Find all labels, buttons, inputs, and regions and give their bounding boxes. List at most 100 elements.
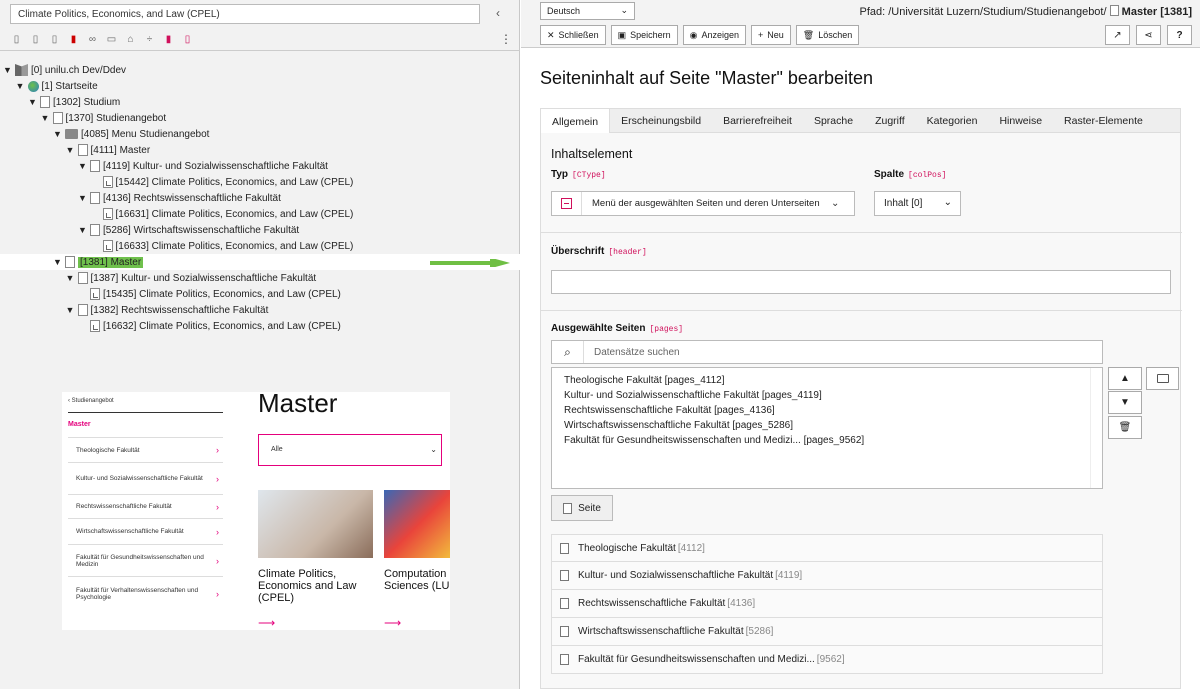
more-options-icon[interactable]: ⋮ [500,32,512,46]
tree-toolbar: ▯ ▯ ▯ ▮ ∞ ▭ ⌂ ÷ ▮ ▯ [10,30,194,48]
expand-toggle-icon[interactable]: ▼ [28,97,37,107]
tree-node[interactable]: ▼ [1302] Studium [28,94,120,110]
header-input[interactable] [551,270,1171,294]
collapse-tree-icon[interactable]: ‹ [496,6,500,20]
tree-node[interactable]: [16632] Climate Politics, Economics, and… [78,318,341,334]
scrollbar[interactable] [1090,368,1102,488]
tree-node-label: [4119] Kultur- und Sozialwissenschaftlic… [103,160,328,172]
record-title: Fakultät für Gesundheitswissenschaften u… [578,654,815,665]
expand-toggle-icon[interactable]: ▼ [16,81,25,91]
tree-node[interactable]: [16633] Climate Politics, Economics, and… [91,238,353,254]
tree-node[interactable]: ▼ [4136] Rechtswissenschaftliche Fakultät [78,190,281,206]
view-button[interactable]: ◉ Anzeigen [682,25,747,45]
ctype-label: Typ [CType] [551,169,606,180]
tree-filter-input[interactable]: Climate Politics, Economics, and Law (CP… [10,4,480,24]
list-item[interactable]: Theologische Fakultät [4112] [551,534,1103,562]
backend-page-icon[interactable]: ▮ [162,33,175,46]
close-button[interactable]: ✕ Schließen [540,25,606,45]
close-icon: ✕ [547,29,555,40]
link-icon[interactable]: ∞ [86,33,99,46]
move-down-button[interactable]: ▼ [1108,391,1142,414]
selected-page-option[interactable]: Rechtswissenschaftliche Fakultät [pages_… [564,403,1090,418]
expand-toggle-icon[interactable]: ▼ [78,193,87,203]
plus-icon: + [758,30,764,40]
list-item[interactable]: Wirtschaftswissenschaftliche Fakultät [52… [551,618,1103,646]
tab-hinweise[interactable]: Hinweise [988,109,1053,132]
add-page-button[interactable]: Seite [551,495,613,521]
tree-node[interactable]: ▼ [4085] Menu Studienangebot [53,126,209,142]
tree-node[interactable]: [15435] Climate Politics, Economics, and… [78,286,341,302]
expand-toggle-icon[interactable]: ▼ [78,225,87,235]
section-title: Inhaltselement [551,147,633,161]
tab-allgemein[interactable]: Allgemein [541,109,611,135]
tree-node[interactable]: ▼ [5286] Wirtschaftswissenschaftliche Fak… [78,222,299,238]
tree-node[interactable]: [15442] Climate Politics, Economics, and… [91,174,353,190]
page-template-icon[interactable]: ▯ [181,33,194,46]
record-uid: [4136] [727,598,756,609]
expand-toggle-icon[interactable]: ▼ [66,145,75,155]
list-item[interactable]: Fakultät für Gesundheitswissenschaften u… [551,646,1103,674]
search-icon: ⌕ [552,341,584,363]
expand-toggle-icon[interactable]: ▼ [53,257,62,267]
ctype-select[interactable]: Menü der ausgewählten Seiten und deren U… [551,191,855,216]
tree-node[interactable]: ▼ [1387] Kultur- und Sozialwissenschaftli… [66,270,316,286]
list-item[interactable]: Rechtswissenschaftliche Fakultät [4136] [551,590,1103,618]
delete-button[interactable]: 🗑 Löschen [795,25,860,45]
tree-node[interactable]: ▼ [1381] Master [53,254,144,270]
share-button[interactable]: ⋖ [1136,25,1161,45]
expand-toggle-icon[interactable]: ▼ [78,161,87,171]
content-editor-pane: Deutsch ⌄ Pfad: /Universität Luzern/Studi… [521,0,1200,689]
selected-pages-list[interactable]: Theologische Fakultät [pages_4112] Kultur… [551,367,1103,489]
save-button[interactable]: ▣ Speichern [610,25,678,45]
new-page-icon[interactable]: ▯ [10,33,23,46]
tree-node[interactable]: ▼ [4111] Master [66,142,150,158]
chevron-down-icon: ⌄ [430,445,437,454]
browse-records-button[interactable] [1146,367,1179,390]
preview-back-link: ‹ Studienangebot [68,398,114,404]
tab-barrierefreiheit[interactable]: Barrierefreiheit [712,109,803,132]
tree-node[interactable]: ▼ [0] unilu.ch Dev/Ddev [3,62,126,78]
tree-node[interactable]: ▼ [4119] Kultur- und Sozialwissenschaftli… [78,158,328,174]
tree-node[interactable]: ▼ [1370] Studienangebot [41,110,167,126]
divider [541,232,1182,233]
tab-erscheinungsbild[interactable]: Erscheinungsbild [610,109,712,132]
tree-node[interactable]: ▼ [1] Startseite [16,78,98,94]
tab-raster-elemente[interactable]: Raster-Elemente [1053,109,1154,132]
spacer-icon[interactable]: ÷ [143,33,156,46]
list-item[interactable]: Kultur- und Sozialwissenschaftliche Faku… [551,562,1103,590]
tab-zugriff[interactable]: Zugriff [864,109,916,132]
record-uid: [4119] [775,570,803,581]
selected-page-option[interactable]: Wirtschaftswissenschaftliche Fakultät [p… [564,418,1090,433]
expand-toggle-icon[interactable]: ▼ [53,129,62,139]
colpos-select[interactable]: Inhalt [0] ⌄ [874,191,961,216]
chevron-down-icon: ⌄ [831,198,840,209]
new-shortcut-icon[interactable]: ▯ [29,33,42,46]
tree-node-label: [1382] Rechtswissenschaftliche Fakultät [90,304,269,316]
shortcut-page-icon [102,176,113,188]
tab-sprache[interactable]: Sprache [803,109,864,132]
tree-node[interactable]: [16631] Climate Politics, Economics, and… [91,206,353,222]
tab-kategorien[interactable]: Kategorien [916,109,989,132]
record-title: Rechtswissenschaftliche Fakultät [578,598,726,609]
selected-page-option[interactable]: Theologische Fakultät [pages_4112] [564,373,1090,388]
new-button[interactable]: + Neu [751,25,791,45]
open-new-window-button[interactable]: ↗ [1105,25,1130,45]
recycler-icon[interactable]: ⌂ [124,33,137,46]
records-search-input[interactable]: ⌕ Datensätze suchen [551,340,1103,364]
folder-icon[interactable]: ▭ [105,33,118,46]
new-link-icon[interactable]: ▮ [67,33,80,46]
help-button[interactable]: ? [1167,25,1192,45]
selected-page-option[interactable]: Kultur- und Sozialwissenschaftliche Faku… [564,388,1090,403]
move-up-button[interactable]: ▲ [1108,367,1142,390]
tree-node-label: [1370] Studienangebot [65,112,167,124]
expand-toggle-icon[interactable]: ▼ [66,305,75,315]
expand-toggle-icon[interactable]: ▼ [41,113,50,123]
remove-selected-button[interactable]: 🗑 [1108,416,1142,439]
language-select[interactable]: Deutsch ⌄ [540,2,635,20]
expand-toggle-icon[interactable]: ▼ [66,273,75,283]
expand-toggle-icon[interactable]: ▼ [3,65,12,75]
tree-node[interactable]: ▼ [1382] Rechtswissenschaftliche Fakultät [66,302,269,318]
selected-page-option[interactable]: Fakultät für Gesundheitswissenschaften u… [564,433,1090,448]
new-mountpoint-icon[interactable]: ▯ [48,33,61,46]
page-icon [1109,5,1119,16]
